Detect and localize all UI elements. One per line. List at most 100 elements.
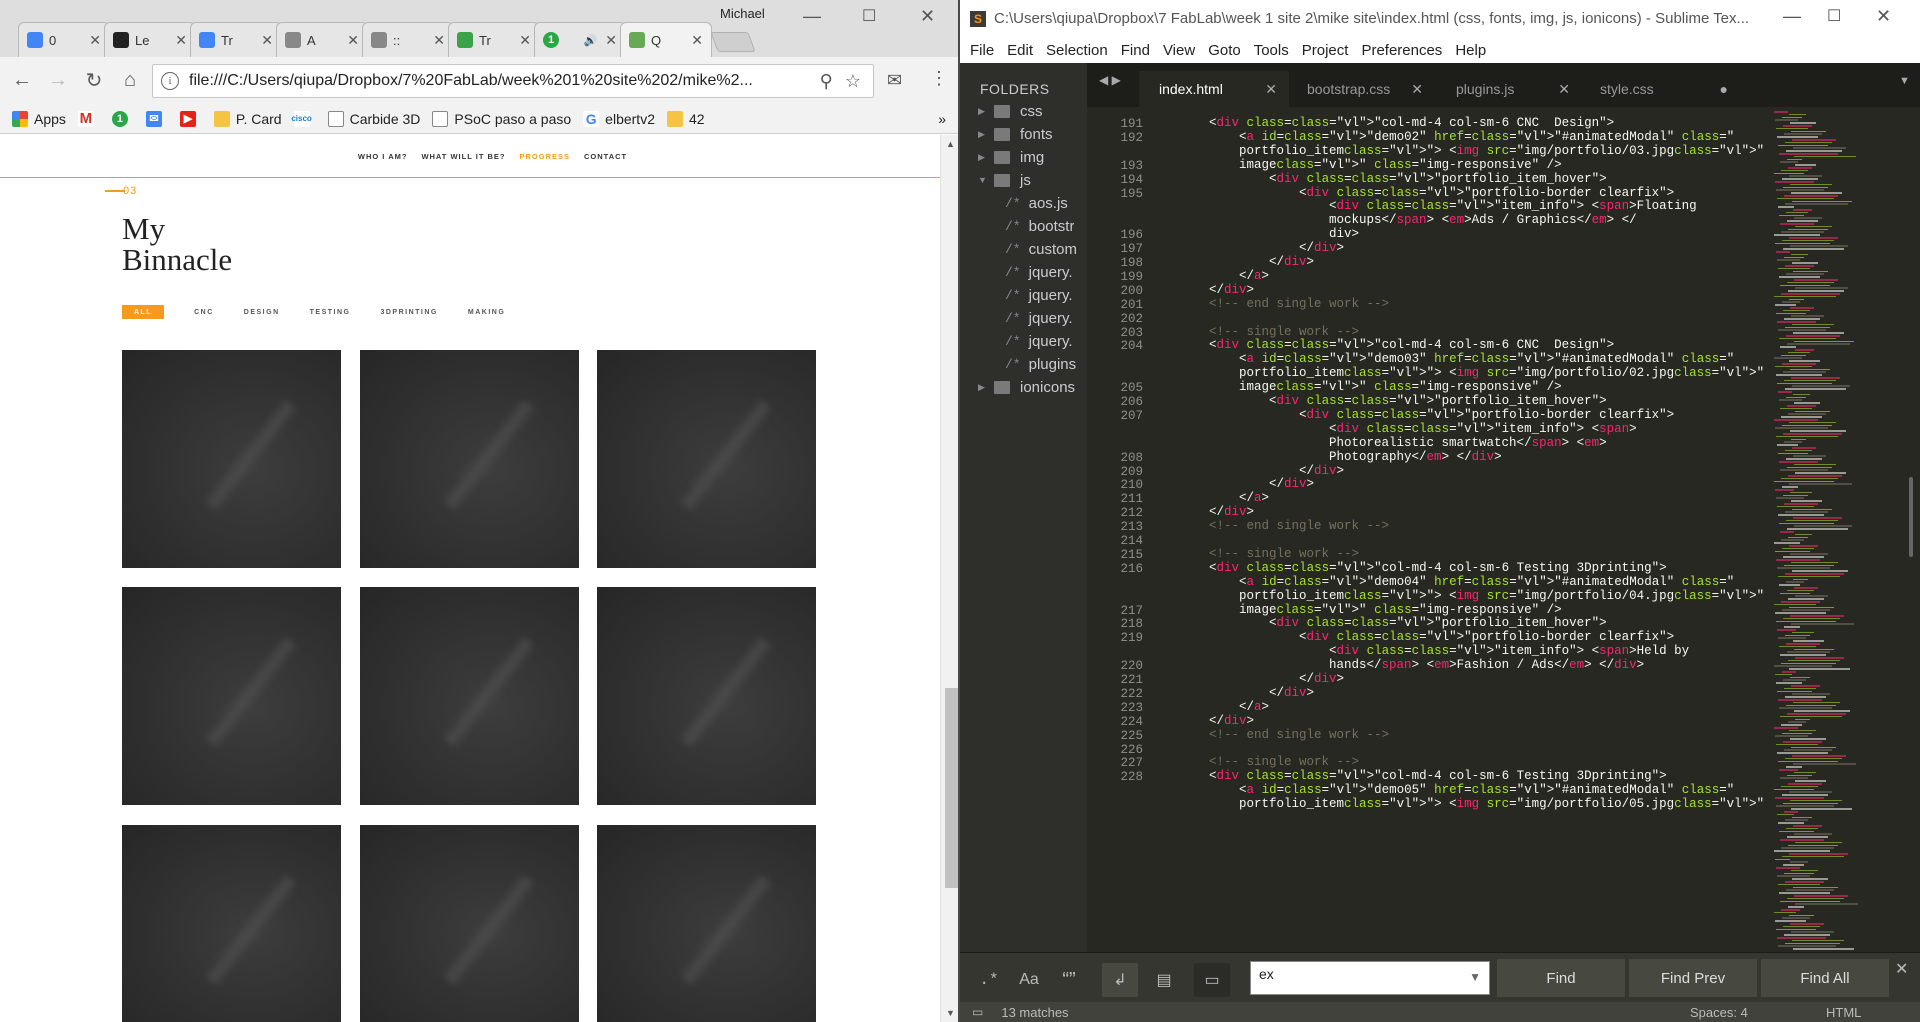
sidebar-item[interactable]: /* custom — [1005, 239, 1077, 259]
browser-tab[interactable]: 1 🔊 ✕ — [534, 22, 626, 57]
back-icon[interactable]: ← — [8, 67, 36, 95]
whole-word-toggle[interactable]: “” — [1054, 963, 1084, 997]
console-icon[interactable]: ▭ — [972, 1005, 983, 1019]
close-icon[interactable]: ✕ — [1876, 6, 1891, 27]
minimap[interactable] — [1764, 107, 1902, 952]
tab-close-icon[interactable]: ✕ — [175, 32, 187, 49]
sidebar-item[interactable]: /* jquery. — [1005, 331, 1073, 351]
portfolio-item[interactable] — [360, 587, 579, 805]
editor-tab[interactable]: bootstrap.css ✕ — [1287, 71, 1435, 107]
sidebar-item[interactable]: /* bootstr — [1005, 216, 1074, 236]
tab-close-icon[interactable]: ✕ — [1411, 81, 1423, 98]
tab-close-icon[interactable]: ✕ — [347, 32, 359, 49]
profile-name[interactable]: Michael — [720, 6, 765, 21]
sidebar-item[interactable]: ▶ fonts — [978, 124, 1053, 144]
menu-edit[interactable]: Edit — [1007, 42, 1033, 59]
find-input[interactable]: ex ▼ — [1250, 961, 1490, 995]
browser-tab[interactable]: Tr ✕ — [448, 22, 540, 57]
tab-close-icon[interactable]: ✕ — [605, 32, 617, 49]
bookmark-inbox[interactable]: ✉ — [145, 110, 168, 127]
bookmarks-more[interactable]: » — [938, 111, 946, 127]
maximize-icon[interactable]: ☐ — [862, 6, 876, 26]
tab-close-icon[interactable]: ✕ — [519, 32, 531, 49]
highlight-matches-icon[interactable]: ▭ — [1194, 963, 1230, 997]
browser-tab[interactable]: 0 ✕ — [18, 22, 110, 57]
sidebar-item[interactable]: ▶ ionicons — [978, 377, 1075, 397]
portfolio-item[interactable] — [597, 825, 816, 1022]
bookmark-apps[interactable]: Apps — [12, 110, 66, 127]
menu-find[interactable]: Find — [1121, 42, 1150, 59]
code-line[interactable]: portfolio_itemclass="vl">"> <img src="im… — [1149, 796, 1764, 813]
menu-help[interactable]: Help — [1455, 42, 1486, 59]
portfolio-item[interactable] — [597, 587, 816, 805]
tab-close-icon[interactable]: ✕ — [89, 32, 101, 49]
code-line[interactable]: <!-- end single work --> — [1149, 296, 1389, 313]
editor-tab[interactable]: plugins.js ✕ — [1436, 71, 1582, 107]
expand-arrow-icon[interactable]: ▶ — [978, 152, 994, 163]
site-nav-item[interactable]: CONTACT — [584, 152, 627, 161]
bookmark-cisco[interactable]: cisco — [291, 110, 316, 127]
site-nav-item[interactable]: PROGRESS — [519, 152, 570, 161]
regex-toggle[interactable]: .* — [974, 963, 1004, 997]
expand-arrow-icon[interactable]: ▶ — [978, 129, 994, 140]
filter-cnc[interactable]: CNC — [194, 305, 214, 319]
browser-tab[interactable]: A ✕ — [276, 22, 368, 57]
site-nav-item[interactable]: WHAT WILL IT BE? — [421, 152, 505, 161]
tab-close-icon[interactable]: ✕ — [1558, 81, 1570, 98]
menu-icon[interactable]: ⋮ — [930, 68, 948, 89]
bookmark-gmail[interactable]: M — [77, 110, 100, 127]
filter-making[interactable]: MAKING — [468, 305, 505, 319]
maximize-icon[interactable]: ☐ — [1827, 6, 1841, 26]
scroll-down-icon[interactable]: ▼ — [946, 1008, 955, 1018]
browser-tab[interactable]: :: ✕ — [362, 22, 454, 57]
reload-icon[interactable]: ↻ — [80, 67, 108, 95]
status-syntax[interactable]: HTML — [1826, 1005, 1861, 1020]
find-history-icon[interactable]: ▼ — [1469, 970, 1481, 984]
expand-arrow-icon[interactable]: ▶ — [978, 106, 994, 117]
sidebar-item[interactable]: ▼ js — [978, 170, 1031, 190]
tab-nav-icon[interactable]: ◀ ▶ — [1099, 73, 1121, 87]
status-spaces[interactable]: Spaces: 4 — [1690, 1005, 1748, 1020]
menu-tools[interactable]: Tools — [1254, 42, 1289, 59]
browser-tab[interactable]: Tr ✕ — [190, 22, 282, 57]
filter-testing[interactable]: TESTING — [310, 305, 351, 319]
bookmark-psoc[interactable]: PSoC paso a paso — [432, 110, 571, 127]
tab-close-icon[interactable]: ✕ — [691, 32, 703, 49]
menu-view[interactable]: View — [1163, 42, 1195, 59]
menu-preferences[interactable]: Preferences — [1361, 42, 1442, 59]
browser-tab[interactable]: Q ✕ — [620, 22, 712, 57]
portfolio-item[interactable] — [122, 587, 341, 805]
editor-tab[interactable]: style.css ● — [1580, 71, 1740, 107]
portfolio-item[interactable] — [597, 350, 816, 568]
filter-3dprinting[interactable]: 3DPRINTING — [380, 305, 437, 319]
browser-tab[interactable]: Le ✕ — [104, 22, 196, 57]
bookmark-green[interactable]: 1 — [111, 110, 134, 127]
scroll-up-icon[interactable]: ▲ — [946, 139, 955, 149]
minimize-icon[interactable]: — — [1783, 6, 1801, 27]
home-icon[interactable]: ⌂ — [116, 67, 144, 95]
code-line[interactable]: <!-- end single work --> — [1149, 518, 1389, 535]
in-selection-icon[interactable]: ▤ — [1146, 963, 1182, 997]
tab-dropdown-icon[interactable]: ▼ — [1899, 75, 1910, 87]
wrap-toggle-icon[interactable]: ↲ — [1102, 963, 1138, 997]
portfolio-item[interactable] — [360, 350, 579, 568]
tab-close-icon[interactable]: ✕ — [433, 32, 445, 49]
portfolio-item[interactable] — [122, 825, 341, 1022]
find-text[interactable]: ex — [1259, 966, 1274, 982]
minimize-icon[interactable]: — — [803, 6, 821, 27]
editor-tab[interactable]: index.html ✕ — [1139, 71, 1289, 107]
zoom-icon[interactable]: ⚲ — [820, 71, 833, 92]
filter-design[interactable]: DESIGN — [244, 305, 280, 319]
sidebar-item[interactable]: /* jquery. — [1005, 262, 1073, 282]
portfolio-item[interactable] — [122, 350, 341, 568]
bookmark-pcard[interactable]: P. Card — [213, 110, 282, 127]
sidebar-item[interactable]: /* aos.js — [1005, 193, 1068, 213]
new-tab-button[interactable] — [710, 32, 756, 52]
address-bar[interactable]: i file:///C:/Users/qiupa/Dropbox/7%20Fab… — [152, 64, 874, 98]
bookmark-carbide[interactable]: Carbide 3D — [327, 110, 420, 127]
portfolio-item[interactable] — [360, 825, 579, 1022]
unsaved-dot-icon[interactable]: ● — [1720, 81, 1728, 97]
sidebar-item[interactable]: /* plugins — [1005, 354, 1076, 374]
bookmark-42[interactable]: 42 — [666, 110, 705, 127]
sidebar-item[interactable]: ▶ img — [978, 147, 1044, 167]
